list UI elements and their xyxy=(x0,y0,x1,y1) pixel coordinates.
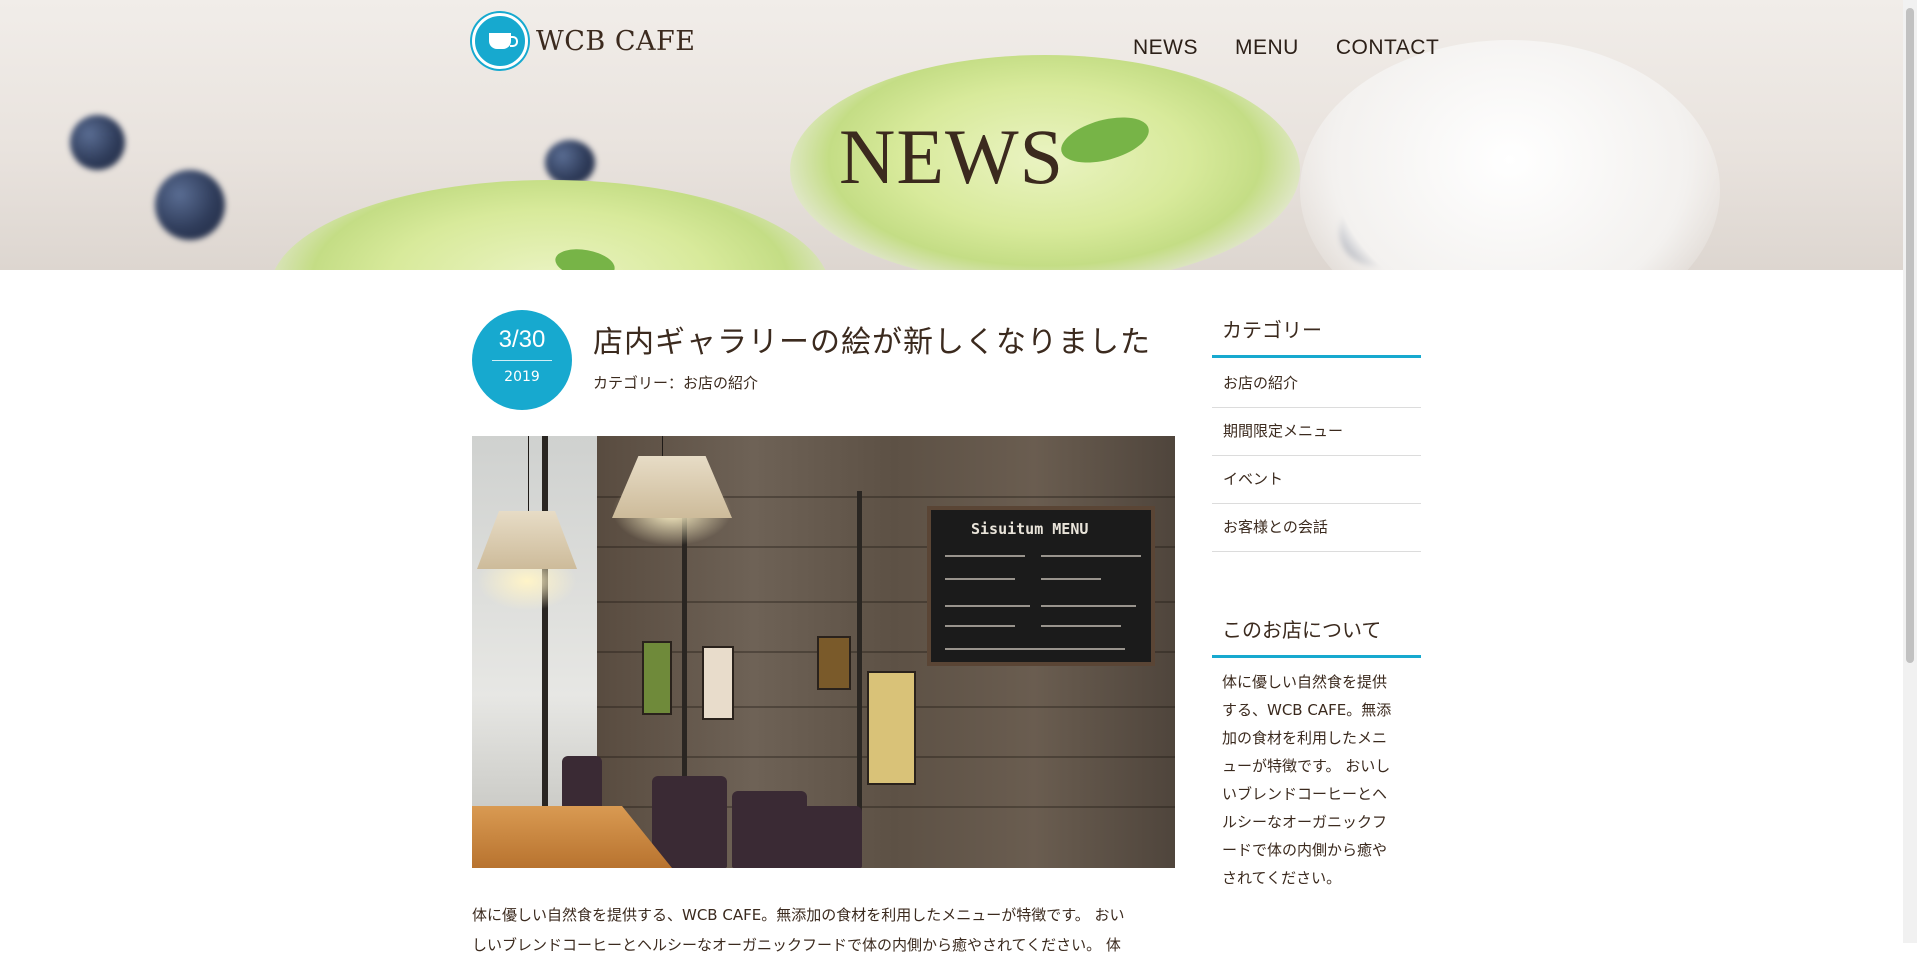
category-list: お店の紹介 期間限定メニュー イベント お客様との会話 xyxy=(1212,360,1421,552)
chalkboard-menu-image: Sisuitum MENU xyxy=(927,506,1155,666)
scrollbar-thumb[interactable] xyxy=(1906,8,1914,663)
nav-news-link[interactable]: NEWS xyxy=(1133,36,1198,60)
about-line: する、WCB CAFE。無添 xyxy=(1222,701,1392,719)
categories-heading: カテゴリー xyxy=(1222,318,1322,342)
artwork-image xyxy=(702,646,734,720)
post-photo: Sisuitum MENU xyxy=(472,436,1175,868)
about-line: 加の食材を利用したメニ xyxy=(1222,729,1388,747)
nav-menu-link[interactable]: MENU xyxy=(1235,36,1299,60)
wooden-table-image xyxy=(472,806,672,868)
hero-banner: WCB CAFE NEWS MENU CONTACT NEWS xyxy=(0,0,1903,270)
category-item[interactable]: イベント xyxy=(1212,456,1421,504)
about-line: されてください。 xyxy=(1222,869,1342,887)
about-text: 体に優しい自然食を提供 する、WCB CAFE。無添 加の食材を利用したメニ ュ… xyxy=(1222,668,1417,892)
post-body-line: 体に優しい自然食を提供する、WCB CAFE。無添加の食材を利用したメニューが特… xyxy=(472,906,1125,924)
about-line: ードで体の内側から癒や xyxy=(1222,841,1388,859)
post-body: 体に優しい自然食を提供する、WCB CAFE。無添加の食材を利用したメニューが特… xyxy=(472,900,1175,960)
brand-name: WCB CAFE xyxy=(536,25,696,57)
category-item[interactable]: 期間限定メニュー xyxy=(1212,408,1421,456)
about-line: ューが特徴です。 おいし xyxy=(1222,757,1391,775)
category-item[interactable]: お店の紹介 xyxy=(1212,360,1421,408)
site-logo[interactable]: WCB CAFE xyxy=(472,13,695,69)
about-line: ルシーなオーガニックフ xyxy=(1222,813,1388,831)
post-date: 3/30 xyxy=(498,326,546,353)
categories-heading-underline xyxy=(1212,355,1421,358)
artwork-image xyxy=(642,641,672,715)
about-heading: このお店について xyxy=(1222,618,1382,642)
post-title: 店内ギャラリーの絵が新しくなりました xyxy=(593,325,1151,360)
cafe-cup-logo-icon xyxy=(472,13,528,69)
date-badge: 3/30 2019 xyxy=(472,310,572,410)
artwork-image xyxy=(867,671,916,785)
artwork-image xyxy=(817,636,851,690)
about-line: いブレンドコーヒーとヘ xyxy=(1222,785,1388,803)
page-scrollbar[interactable] xyxy=(1903,0,1917,943)
pendant-lamp-image xyxy=(612,456,732,518)
date-divider xyxy=(492,360,552,361)
about-heading-underline xyxy=(1212,655,1421,658)
nav-contact-link[interactable]: CONTACT xyxy=(1336,36,1439,60)
main-nav: NEWS MENU CONTACT xyxy=(1133,36,1439,60)
post-body-line: しいブレンドコーヒーとヘルシーなオーガニックフードで体の内側から癒やされてくださ… xyxy=(472,936,1121,954)
chalkboard-title: Sisuitum MENU xyxy=(971,520,1089,538)
category-item[interactable]: お客様との会話 xyxy=(1212,504,1421,552)
post-category[interactable]: カテゴリー：お店の紹介 xyxy=(593,372,758,393)
page-title: NEWS xyxy=(839,113,1064,200)
post-year: 2019 xyxy=(504,369,540,385)
about-line: 体に優しい自然食を提供 xyxy=(1222,673,1388,691)
